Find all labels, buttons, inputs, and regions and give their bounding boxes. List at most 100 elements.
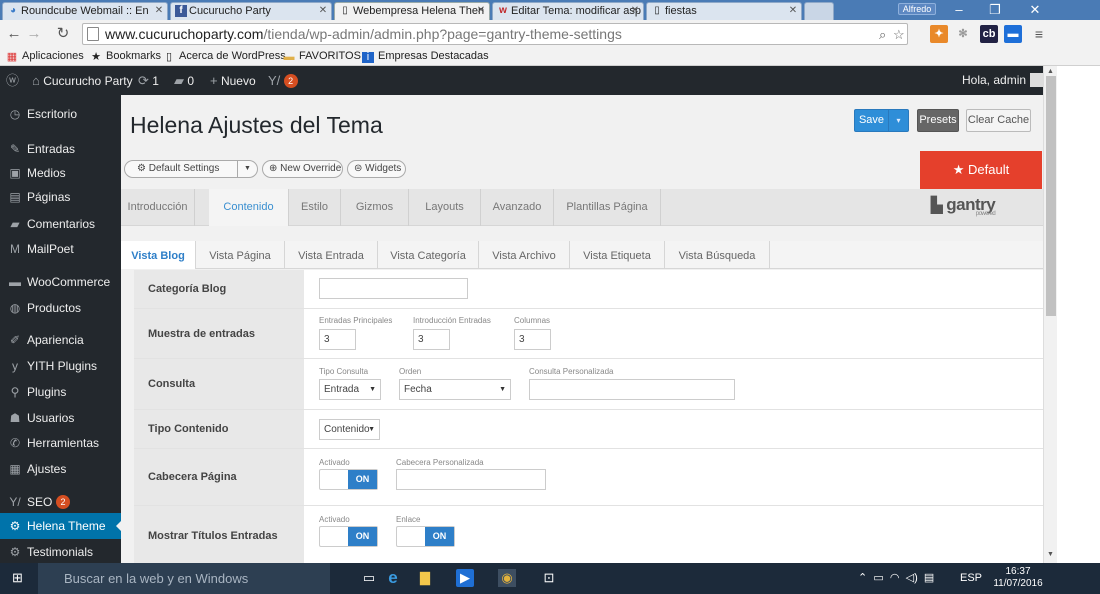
extension-settings-icon[interactable]: ✻	[954, 25, 972, 43]
close-window-icon[interactable]: ✕	[1020, 1, 1050, 19]
browser-tab[interactable]: f Cucurucho Party ✕	[170, 2, 332, 20]
back-icon[interactable]: ←	[6, 25, 22, 43]
extension-cb-icon[interactable]: cb	[980, 25, 998, 43]
introduccion-entradas-input[interactable]: 3	[413, 329, 450, 350]
browser-tab-active[interactable]: ▯ Webempresa Helena Then ✕	[334, 2, 490, 20]
sidebar-item-apariencia[interactable]: ✐ Apariencia	[0, 327, 121, 353]
entradas-principales-input[interactable]: 3	[319, 329, 356, 350]
widgets-button[interactable]: ⊜ Widgets	[347, 160, 406, 178]
address-bar[interactable]: www.cucuruchoparty.com/tienda/wp-admin/a…	[82, 23, 908, 45]
sidebar-item-yith-plugins[interactable]: y YITH Plugins	[0, 353, 121, 379]
plugin-notifications[interactable]: Y/ 2	[268, 66, 298, 95]
sidebar-item-plugins[interactable]: ⚲ Plugins	[0, 379, 121, 405]
sidebar-item-ajustes[interactable]: ▦ Ajustes	[0, 456, 121, 482]
browser-tab[interactable]: ◕ Roundcube Webmail :: En ✕	[2, 2, 168, 20]
sidebar-item-woocommerce[interactable]: ▬ WooCommerce	[0, 269, 121, 295]
default-settings-select[interactable]: ⚙ Default Settings ▼	[124, 160, 258, 178]
tipo-contenido-select[interactable]: Contenido ▼	[319, 419, 380, 440]
new-content-link[interactable]: + Nuevo	[210, 66, 256, 95]
profile-button[interactable]: Alfredo	[898, 3, 936, 15]
subtab-vista-pagina[interactable]: Vista Página	[196, 241, 285, 269]
edge-icon[interactable]: e	[384, 569, 402, 587]
categoria-blog-input[interactable]	[319, 278, 468, 299]
tab-plantillas-pagina[interactable]: Plantillas Página	[554, 189, 661, 226]
tab-contenido[interactable]: Contenido	[209, 189, 289, 226]
sidebar-item-medios[interactable]: ▣ Medios	[0, 160, 121, 186]
browser-tab[interactable]: w Editar Tema: modificar asp ✕	[492, 2, 644, 20]
save-dropdown-icon[interactable]: ▾	[888, 109, 909, 132]
subtab-vista-busqueda[interactable]: Vista Búsqueda	[665, 241, 770, 269]
chrome-icon[interactable]: ◉	[498, 569, 516, 587]
tab-layouts[interactable]: Layouts	[409, 189, 481, 226]
bookmark-bookmarks[interactable]: ★ Bookmarks	[90, 49, 161, 64]
extension-icon[interactable]: ✦	[930, 25, 948, 43]
titulos-enlace-toggle[interactable]: ON	[396, 526, 455, 547]
updates-link[interactable]: ⟳ 1	[138, 66, 159, 95]
minimize-icon[interactable]: –	[944, 1, 974, 19]
close-tab-icon[interactable]: ✕	[787, 3, 799, 19]
wordpress-logo-icon[interactable]: ⓦ	[6, 66, 19, 95]
reload-icon[interactable]: ↻	[55, 25, 71, 43]
file-explorer-icon[interactable]: ▇	[416, 569, 434, 587]
bookmark-star-icon[interactable]: ☆	[893, 27, 905, 43]
columnas-input[interactable]: 3	[514, 329, 551, 350]
subtab-vista-archivo[interactable]: Vista Archivo	[479, 241, 570, 269]
close-tab-icon[interactable]: ✕	[317, 3, 329, 19]
sidebar-item-entradas[interactable]: ✎ Entradas	[0, 136, 121, 162]
default-override-tab[interactable]: ★ Default	[920, 151, 1042, 189]
tray-icons[interactable]: ⌃ ▭ ◠ ◁) ▤	[858, 563, 934, 594]
new-tab-button[interactable]	[804, 2, 834, 20]
sidebar-item-seo[interactable]: Y/SEO 2	[0, 489, 121, 515]
clock[interactable]: 16:37 11/07/2016	[990, 566, 1046, 590]
scrollbar-thumb[interactable]	[1046, 76, 1056, 316]
presets-button[interactable]: Presets	[917, 109, 959, 132]
sidebar-item-helena-theme[interactable]: ⚙ Helena Theme	[0, 513, 122, 539]
sidebar-item-comentarios[interactable]: ▰ Comentarios	[0, 211, 121, 237]
sidebar-item-mailpoet[interactable]: M MailPoet	[0, 236, 121, 262]
save-button[interactable]: Save	[854, 109, 889, 132]
subtab-vista-categoria[interactable]: Vista Categoría	[378, 241, 479, 269]
site-name-link[interactable]: ⌂ Cucurucho Party	[32, 66, 133, 95]
windows-start-icon[interactable]: ⊞	[12, 571, 26, 585]
taskbar-search[interactable]: Buscar en la web y en Windows	[38, 563, 330, 594]
extension-blue-icon[interactable]: ▬	[1004, 25, 1022, 43]
forward-icon[interactable]: →	[26, 25, 42, 43]
page-scrollbar[interactable]: ▲ ▼	[1043, 66, 1057, 563]
bookmark-apps[interactable]: ▦ Aplicaciones	[6, 49, 84, 64]
titulos-activado-toggle[interactable]: ON	[319, 526, 378, 547]
new-override-button[interactable]: ⊕ New Override	[262, 160, 343, 178]
subtab-vista-etiqueta[interactable]: Vista Etiqueta	[570, 241, 665, 269]
restore-icon[interactable]: ❐	[980, 1, 1010, 19]
sidebar-item-p-ginas[interactable]: ▤ Páginas	[0, 184, 121, 210]
zoom-icon[interactable]: ⌕	[879, 27, 886, 43]
store-icon[interactable]: ⊡	[540, 569, 558, 587]
consulta-personalizada-input[interactable]	[529, 379, 735, 400]
scroll-down-icon[interactable]: ▼	[1047, 551, 1054, 558]
bookmark-favoritos[interactable]: ▬ FAVORITOS	[283, 49, 361, 64]
cabecera-activado-toggle[interactable]: ON	[319, 469, 378, 490]
tab-gizmos[interactable]: Gizmos	[341, 189, 409, 226]
sidebar-item-testimonials[interactable]: ⚙ Testimonials	[0, 539, 121, 565]
close-tab-icon[interactable]: ✕	[629, 3, 641, 19]
tab-estilo[interactable]: Estilo	[289, 189, 341, 226]
tab-avanzado[interactable]: Avanzado	[481, 189, 554, 226]
cabecera-personalizada-input[interactable]	[396, 469, 546, 490]
bookmark-empresas-destacadas[interactable]: i Empresas Destacadas	[362, 49, 489, 64]
close-tab-icon[interactable]: ✕	[475, 3, 487, 19]
tab-introduccion[interactable]: Introducción	[121, 189, 195, 226]
close-tab-icon[interactable]: ✕	[153, 3, 165, 19]
menu-icon[interactable]: ≡	[1030, 25, 1048, 43]
tipo-consulta-select[interactable]: Entrada ▼	[319, 379, 381, 400]
clear-cache-button[interactable]: Clear Cache	[966, 109, 1031, 132]
scroll-up-icon[interactable]: ▲	[1047, 68, 1054, 75]
task-view-icon[interactable]: ▭	[360, 569, 378, 587]
account-menu[interactable]: Hola, admin	[962, 66, 1045, 95]
browser-tab[interactable]: ▯ fiestas ✕	[646, 2, 802, 20]
orden-select[interactable]: Fecha ▼	[399, 379, 511, 400]
bookmark-acerca-wordpress[interactable]: ▯ Acerca de WordPress	[163, 49, 286, 64]
media-player-icon[interactable]: ▶	[456, 569, 474, 587]
comments-link[interactable]: ▰ 0	[174, 66, 194, 95]
sidebar-item-usuarios[interactable]: ☗ Usuarios	[0, 405, 121, 431]
language-indicator[interactable]: ESP	[960, 563, 982, 594]
page-info-icon[interactable]	[87, 27, 99, 41]
